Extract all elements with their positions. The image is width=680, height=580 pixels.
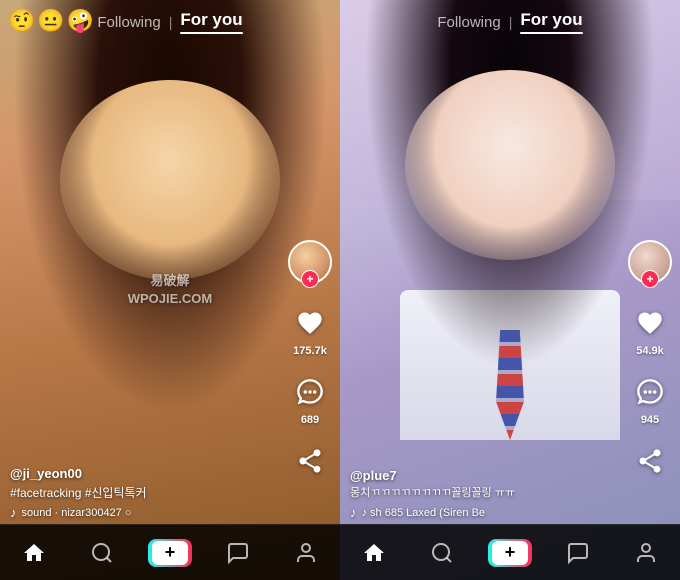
right-nav-search[interactable] — [417, 528, 467, 578]
right-nav-profile[interactable] — [621, 528, 671, 578]
watermark-line2: WPOJIE.COM — [128, 290, 213, 308]
right-top-nav: Following | For you — [340, 0, 680, 44]
left-comment-button[interactable]: 689 — [291, 373, 329, 426]
left-nav-sep: | — [169, 14, 173, 30]
left-avatar-plus[interactable]: + — [301, 270, 319, 288]
right-username[interactable]: @plue7 — [350, 468, 620, 483]
left-nav-foryou[interactable]: For you — [180, 10, 242, 30]
right-sound-info[interactable]: ♪ ♪ sh 685 Laxed (Siren Be — [350, 505, 620, 520]
emoji-row: 🤨 😐 🤪 — [8, 8, 94, 34]
right-comment-count: 945 — [641, 414, 659, 426]
left-nav-search[interactable] — [77, 528, 127, 578]
right-nav-inbox[interactable] — [553, 528, 603, 578]
right-foryou-underline — [520, 32, 582, 34]
right-like-icon[interactable] — [631, 304, 669, 342]
left-watermark: 易破解 WPOJIE.COM — [128, 272, 213, 308]
left-avatar-container[interactable]: + — [288, 240, 332, 284]
right-avatar-container[interactable]: + — [628, 240, 672, 284]
right-nav-foryou-container[interactable]: For you — [520, 10, 582, 34]
left-share-button[interactable] — [291, 442, 329, 480]
right-nav-sep: | — [509, 14, 513, 30]
left-plus-button[interactable]: + — [148, 539, 192, 567]
right-description: 몽치ㄲㄲㄲㄲㄲㄲㄲㄲ꼴링꼴링 ㅠㅠ — [350, 486, 620, 501]
right-bottom-info: @plue7 몽치ㄲㄲㄲㄲㄲㄲㄲㄲ꼴링꼴링 ㅠㅠ ♪ ♪ sh 685 Laxe… — [350, 468, 620, 520]
right-plus-inner[interactable]: + — [492, 541, 528, 565]
right-nav-plus[interactable]: + — [485, 528, 535, 578]
left-like-count: 175.7k — [293, 345, 327, 357]
left-comment-count: 689 — [301, 414, 319, 426]
left-bottom-nav: + — [0, 524, 340, 580]
left-username[interactable]: @ji_yeon00 — [10, 466, 280, 481]
left-hashtags: #facetracking #신입틱톡커 — [10, 484, 280, 501]
left-comment-icon[interactable] — [291, 373, 329, 411]
left-nav-plus[interactable]: + — [145, 528, 195, 578]
right-share-button[interactable] — [631, 442, 669, 480]
emoji-2: 😐 — [37, 8, 64, 34]
left-video-panel: 🤨 😐 🤪 Following | For you + 175.7k — [0, 0, 340, 580]
emoji-1: 🤨 — [8, 8, 35, 34]
left-like-icon[interactable] — [291, 304, 329, 342]
left-nav-following[interactable]: Following — [97, 14, 160, 31]
right-comment-button[interactable]: 945 — [631, 373, 669, 426]
left-action-buttons: + 175.7k 689 — [288, 240, 332, 480]
left-sound-info[interactable]: ♪ sound · nizar300427 ○ — [10, 505, 280, 520]
left-like-button[interactable]: 175.7k — [291, 304, 329, 357]
right-nav-foryou[interactable]: For you — [520, 10, 582, 30]
right-avatar-plus[interactable]: + — [641, 270, 659, 288]
left-nav-home[interactable] — [9, 528, 59, 578]
right-sound-text: ♪ sh 685 Laxed (Siren Be — [362, 507, 486, 519]
right-nav-home[interactable] — [349, 528, 399, 578]
right-bottom-nav: + — [340, 524, 680, 580]
emoji-3: 🤪 — [67, 8, 94, 34]
right-music-icon: ♪ — [350, 505, 357, 520]
left-share-icon[interactable] — [291, 442, 329, 480]
right-like-count: 54.9k — [636, 345, 664, 357]
left-nav-profile[interactable] — [281, 528, 331, 578]
left-plus-inner[interactable]: + — [152, 541, 188, 565]
right-video-panel: Following | For you + 54.9k — [340, 0, 680, 580]
right-nav-following[interactable]: Following — [437, 14, 500, 31]
left-foryou-underline — [180, 32, 242, 34]
left-nav-inbox[interactable] — [213, 528, 263, 578]
right-action-buttons: + 54.9k 945 — [628, 240, 672, 480]
right-plus-button[interactable]: + — [488, 539, 532, 567]
watermark-line1: 易破解 — [128, 272, 213, 290]
left-sound-text: sound · nizar300427 ○ — [22, 507, 132, 519]
right-like-button[interactable]: 54.9k — [631, 304, 669, 357]
left-bottom-info: @ji_yeon00 #facetracking #신입틱톡커 ♪ sound … — [10, 466, 280, 520]
left-music-icon: ♪ — [10, 505, 17, 520]
right-share-icon[interactable] — [631, 442, 669, 480]
right-comment-icon[interactable] — [631, 373, 669, 411]
left-nav-foryou-container[interactable]: For you — [180, 10, 242, 34]
